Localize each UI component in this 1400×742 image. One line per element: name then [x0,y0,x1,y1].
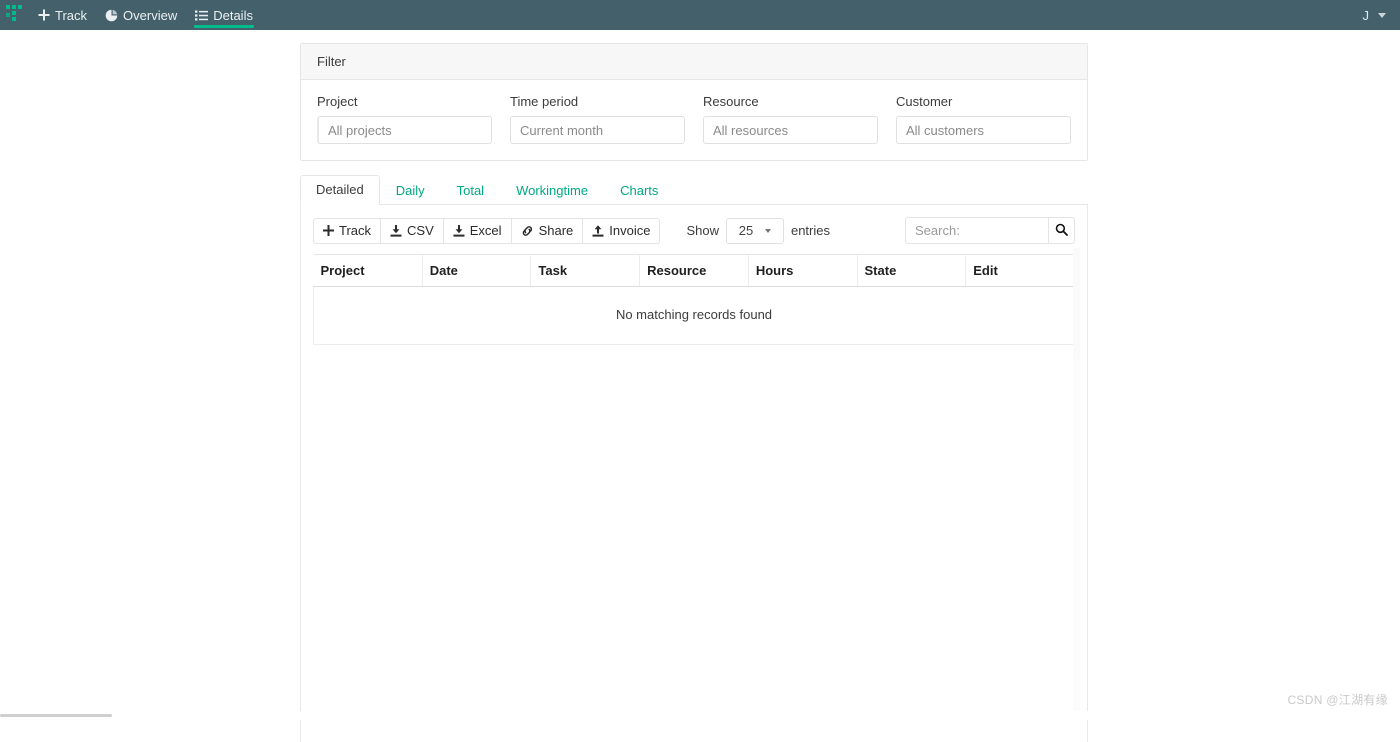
nav-item-label: Overview [123,8,177,23]
nav-item-track[interactable]: Track [28,0,96,30]
tab-detailed[interactable]: Detailed [300,175,380,205]
time-period-select[interactable]: Current month [510,116,685,144]
filter-card-body: Project All projects Time period Current… [301,80,1087,160]
search-placeholder: Search: [915,223,960,238]
navbar-user-area: J [1363,8,1400,23]
csv-button[interactable]: CSV [380,218,443,244]
filter-row: Project All projects Time period Current… [317,94,1071,144]
entries-select[interactable]: 25 [726,218,784,244]
list-icon [195,9,208,22]
customer-select[interactable]: All customers [896,116,1071,144]
tab-charts[interactable]: Charts [604,176,674,205]
empty-message: No matching records found [314,287,1075,345]
tab-workingtime[interactable]: Workingtime [500,176,604,205]
pie-chart-icon [105,9,118,22]
records-table-head: Project Date Task Resource Hours State E… [314,255,1075,287]
col-date[interactable]: Date [422,255,531,287]
caret-down-icon[interactable] [1378,13,1386,18]
col-resource[interactable]: Resource [640,255,749,287]
filter-label-time-period: Time period [510,94,685,109]
entries-select-value: 25 [739,223,753,238]
filter-label-resource: Resource [703,94,878,109]
link-icon [521,225,534,237]
table-empty-row: No matching records found [314,287,1075,345]
primary-nav: Track Overview [28,0,262,30]
content-column: Filter Project All projects Time period … [300,30,1088,742]
top-navbar: Track Overview [0,0,1400,30]
invoice-button-label: Invoice [609,223,650,238]
table-wrap: Project Date Task Resource Hours State E… [301,254,1087,345]
filter-label-customer: Customer [896,94,1071,109]
share-button-label: Share [539,223,574,238]
nav-item-label: Details [213,8,253,23]
search-button[interactable] [1048,217,1075,244]
records-table-body: No matching records found [314,287,1075,345]
filter-field-project: Project All projects [317,94,492,144]
horizontal-scrollbar[interactable] [0,711,1400,720]
entries-control: Show 25 entries [686,218,830,244]
col-hours[interactable]: Hours [748,255,857,287]
table-vertical-scrollbar[interactable] [1073,248,1080,720]
col-task[interactable]: Task [531,255,640,287]
user-initial[interactable]: J [1363,8,1370,23]
nav-item-overview[interactable]: Overview [96,0,186,30]
share-button[interactable]: Share [511,218,583,244]
entries-label: entries [791,223,830,238]
report-tabs: Detailed Daily Total Workingtime Charts [300,172,1088,205]
chevron-down-icon [765,229,771,233]
download-icon [390,225,402,237]
excel-button-label: Excel [470,223,502,238]
customer-select-value: All customers [906,123,984,138]
tab-daily[interactable]: Daily [380,176,441,205]
filter-label-project: Project [317,94,492,109]
project-select-value: All projects [328,123,392,138]
resource-select-value: All resources [713,123,788,138]
col-state[interactable]: State [857,255,966,287]
show-label: Show [686,223,719,238]
table-toolbar: Track CSV [301,205,1087,254]
detailed-panel: Track CSV [300,205,1088,742]
time-period-select-value: Current month [520,123,603,138]
watermark: CSDN @江湖有缘 [1287,691,1388,708]
kimai-logo-icon[interactable] [0,0,28,30]
csv-button-label: CSV [407,223,434,238]
filter-field-resource: Resource All resources [703,94,878,144]
search-group: Search: [905,217,1075,244]
table-header-row: Project Date Task Resource Hours State E… [314,255,1075,287]
horizontal-scrollbar-thumb[interactable] [0,714,112,717]
filter-card-title: Filter [301,44,1087,80]
filter-card: Filter Project All projects Time period … [300,43,1088,161]
col-edit[interactable]: Edit [966,255,1075,287]
nav-item-label: Track [55,8,87,23]
track-button[interactable]: Track [313,218,380,244]
page-body: Filter Project All projects Time period … [0,30,1400,720]
filter-field-time-period: Time period Current month [510,94,685,144]
track-button-label: Track [339,223,371,238]
records-table: Project Date Task Resource Hours State E… [313,254,1075,345]
export-button-group: Track CSV [313,218,660,244]
excel-button[interactable]: Excel [443,218,511,244]
resource-select[interactable]: All resources [703,116,878,144]
plus-icon [323,225,334,236]
search-icon [1055,223,1068,239]
filter-field-customer: Customer All customers [896,94,1071,144]
invoice-button[interactable]: Invoice [582,218,660,244]
download-icon [453,225,465,237]
project-select[interactable]: All projects [317,116,492,144]
search-input[interactable]: Search: [905,217,1048,244]
tab-total[interactable]: Total [441,176,500,205]
col-project[interactable]: Project [314,255,423,287]
upload-icon [592,225,604,237]
report-tabs-wrap: Detailed Daily Total Workingtime Charts [300,172,1088,742]
nav-item-details[interactable]: Details [186,0,262,30]
toolbar-right: Show 25 entries Search: [686,217,1075,244]
table-vertical-scrollbar-thumb[interactable] [1073,248,1080,360]
plus-icon [37,9,50,22]
